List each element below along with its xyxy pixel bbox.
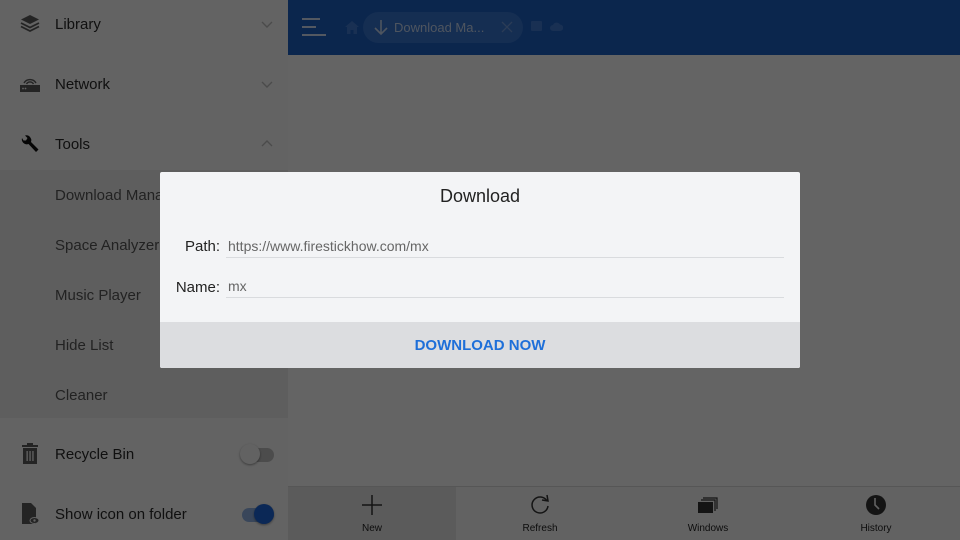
path-label: Path: [184,238,220,255]
download-now-button[interactable]: DOWNLOAD NOW [160,322,800,368]
download-now-label: DOWNLOAD NOW [414,336,546,354]
name-input[interactable] [226,274,784,298]
name-label: Name: [175,279,220,296]
path-input[interactable] [226,234,784,258]
download-dialog: Download Path: Name: DOWNLOAD NOW [160,172,800,368]
dialog-title: Download [439,186,521,206]
